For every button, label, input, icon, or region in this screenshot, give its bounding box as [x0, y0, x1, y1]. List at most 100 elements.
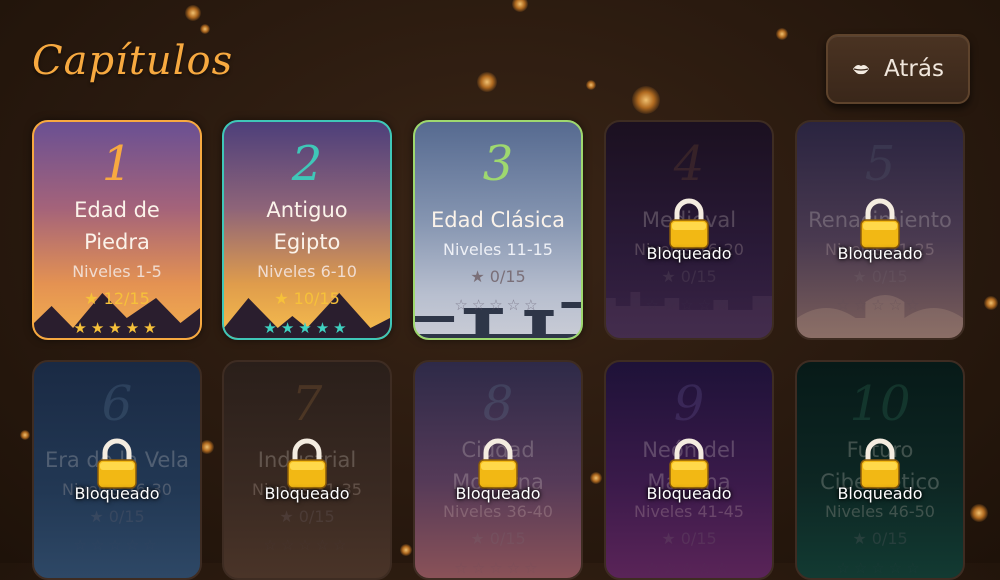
- chapter-number: 10: [849, 376, 911, 432]
- chapter-card-5[interactable]: 5RenacimientoNiveles 21-25★ 0/15☆☆☆☆☆Blo…: [795, 120, 965, 340]
- star-icon: ☆: [125, 536, 144, 554]
- chapter-name-line: Edad de: [74, 198, 160, 222]
- lips-icon: [853, 65, 870, 75]
- star-icon: ☆: [645, 559, 663, 577]
- chapter-card-4[interactable]: 4MedievalNiveles 16-20★ 0/15☆☆☆☆☆Bloquea…: [604, 120, 774, 340]
- back-button-label: Atrás: [884, 56, 944, 82]
- star-icon: ☆: [489, 559, 507, 577]
- star-icon: ☆: [298, 536, 316, 554]
- chapter-number: 4: [673, 136, 705, 192]
- chapter-star-rating: ☆☆☆☆☆: [606, 296, 772, 314]
- locked-label: Bloqueado: [455, 484, 541, 503]
- ember-particle: [20, 430, 30, 440]
- star-icon: ☆: [836, 296, 854, 314]
- star-icon: ☆: [680, 296, 698, 314]
- star-icon: ★: [90, 319, 109, 337]
- chapter-levels: Niveles 6-10: [257, 262, 357, 281]
- chapter-star-count: ★ 12/15: [84, 289, 150, 308]
- ember-particle: [970, 504, 988, 522]
- star-icon: ☆: [662, 296, 681, 314]
- chapter-card-6[interactable]: 6Era de la VelaNiveles 26-30★ 0/15☆☆☆☆☆B…: [32, 360, 202, 580]
- chapter-star-count: ★ 0/15: [89, 507, 145, 526]
- chapter-number: 9: [673, 376, 705, 432]
- star-icon: ☆: [715, 559, 733, 577]
- chapter-number: 2: [291, 136, 323, 192]
- ember-particle: [512, 0, 528, 12]
- ember-particle: [776, 28, 788, 40]
- chapter-content: 1 Edad de Piedra Niveles 1-5 ★ 12/15 ★★★★★: [34, 122, 200, 338]
- locked-label: Bloqueado: [74, 484, 160, 503]
- chapter-number: 5: [864, 136, 896, 192]
- chapter-levels: Niveles 36-40: [443, 502, 553, 521]
- page-title: Capítulos: [32, 38, 234, 84]
- star-icon: ☆: [906, 559, 924, 577]
- star-icon: ☆: [280, 536, 299, 554]
- star-icon: ★: [298, 319, 316, 337]
- chapter-card-2[interactable]: 2 Antiguo Egipto Niveles 6-10 ★ 10/15 ★★★★★: [222, 120, 392, 340]
- chapter-content: 2 Antiguo Egipto Niveles 6-10 ★ 10/15 ★★★★★: [224, 122, 390, 338]
- star-icon: ☆: [715, 296, 733, 314]
- padlock-icon: [858, 198, 902, 250]
- star-icon: ☆: [471, 296, 490, 314]
- star-icon: ☆: [697, 559, 716, 577]
- star-icon: ☆: [871, 559, 889, 577]
- star-icon: ☆: [506, 559, 525, 577]
- chapter-star-count: ★ 0/15: [661, 267, 717, 286]
- locked-label: Bloqueado: [646, 484, 732, 503]
- chapter-name-line: Egipto: [273, 230, 341, 254]
- chapter-star-count: ★ 0/15: [852, 529, 908, 548]
- star-icon: ☆: [853, 296, 872, 314]
- star-icon: ☆: [333, 536, 351, 554]
- star-icon: ☆: [524, 296, 542, 314]
- chapter-content: 3 Edad Clásica Niveles 11-15 ★ 0/15 ☆☆☆☆☆: [415, 122, 581, 338]
- star-icon: ☆: [315, 536, 334, 554]
- ember-particle: [632, 86, 660, 114]
- chapter-star-count: ★ 0/15: [279, 507, 335, 526]
- star-icon: ☆: [143, 536, 161, 554]
- chapter-levels: Niveles 41-45: [634, 502, 744, 521]
- chapter-star-rating: ★★★★★: [34, 319, 200, 337]
- chapter-star-rating: ☆☆☆☆☆: [415, 559, 581, 577]
- chapter-card-3[interactable]: 3 Edad Clásica Niveles 11-15 ★ 0/15 ☆☆☆☆☆: [413, 120, 583, 340]
- star-icon: ☆: [662, 559, 681, 577]
- star-icon: ☆: [906, 296, 924, 314]
- star-icon: ☆: [454, 559, 472, 577]
- locked-label: Bloqueado: [646, 244, 732, 263]
- star-icon: ★: [280, 319, 299, 337]
- chapter-card-1[interactable]: 1 Edad de Piedra Niveles 1-5 ★ 12/15 ★★★★★: [32, 120, 202, 340]
- chapter-star-rating: ☆☆☆☆☆: [797, 296, 963, 314]
- ember-particle: [200, 440, 214, 454]
- star-icon: ☆: [888, 296, 907, 314]
- chapter-card-8[interactable]: 8CiudadModernaNiveles 36-40★ 0/15☆☆☆☆☆Bl…: [413, 360, 583, 580]
- star-icon: ☆: [680, 559, 698, 577]
- chapter-name-line: Antiguo: [266, 198, 348, 222]
- chapter-number: 8: [482, 376, 514, 432]
- chapter-card-9[interactable]: 9Neón delMañanaNiveles 41-45★ 0/15☆☆☆☆☆B…: [604, 360, 774, 580]
- chapter-star-rating: ☆☆☆☆☆: [224, 536, 390, 554]
- padlock-icon: [285, 438, 329, 490]
- chapter-star-rating: ★★★★★: [224, 319, 390, 337]
- chapter-number: 6: [101, 376, 133, 432]
- chapter-star-rating: ☆☆☆☆☆: [606, 559, 772, 577]
- locked-label: Bloqueado: [264, 484, 350, 503]
- ember-particle: [477, 72, 497, 92]
- chapter-card-10[interactable]: 10FuturoCibernéticoNiveles 46-50★ 0/15☆☆…: [795, 360, 965, 580]
- chapter-number: 7: [291, 376, 323, 432]
- chapter-star-count: ★ 0/15: [852, 267, 908, 286]
- chapter-star-count: ★ 10/15: [274, 289, 340, 308]
- back-button[interactable]: Atrás: [826, 34, 970, 104]
- star-icon: ★: [333, 319, 351, 337]
- chapter-star-rating: ☆☆☆☆☆: [415, 296, 581, 314]
- star-icon: ☆: [489, 296, 507, 314]
- star-icon: ☆: [454, 296, 472, 314]
- star-icon: ☆: [853, 559, 872, 577]
- star-icon: ★: [108, 319, 126, 337]
- locked-label: Bloqueado: [837, 484, 923, 503]
- star-icon: ☆: [108, 536, 126, 554]
- chapter-card-7[interactable]: 7IndustrialNiveles 31-35★ 0/15☆☆☆☆☆Bloqu…: [222, 360, 392, 580]
- padlock-icon: [95, 438, 139, 490]
- chapter-star-rating: ☆☆☆☆☆: [34, 536, 200, 554]
- star-icon: ★: [263, 319, 281, 337]
- locked-label: Bloqueado: [837, 244, 923, 263]
- ember-particle: [400, 544, 412, 556]
